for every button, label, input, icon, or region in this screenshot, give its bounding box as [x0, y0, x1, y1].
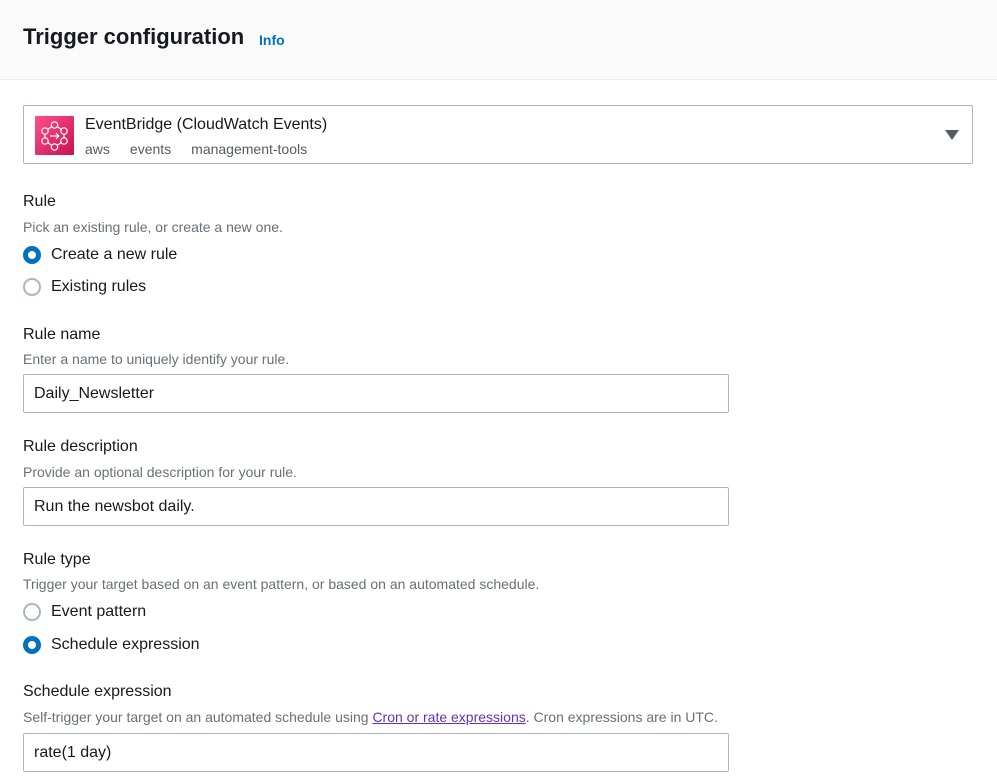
- tag: management-tools: [191, 141, 308, 157]
- rule-description-text: Pick an existing rule, or create a new o…: [23, 219, 283, 235]
- trigger-source-name: EventBridge (CloudWatch Events): [85, 116, 328, 133]
- eventbridge-icon: [35, 116, 74, 155]
- rule-name-label: Rule name: [23, 326, 101, 343]
- rule-name-input[interactable]: [23, 374, 729, 413]
- radio-existing-rules[interactable]: Existing rules: [23, 277, 146, 297]
- schedule-expression-description: Self-trigger your target on an automated…: [23, 709, 718, 725]
- radio-create-new-rule[interactable]: Create a new rule: [23, 245, 177, 265]
- cron-rate-expressions-link[interactable]: Cron or rate expressions: [372, 709, 525, 725]
- tag: events: [129, 141, 172, 157]
- radio-schedule-expression[interactable]: Schedule expression: [23, 635, 200, 655]
- caret-down-icon: [945, 130, 959, 140]
- rule-name-description: Enter a name to uniquely identify your r…: [23, 351, 290, 367]
- description-text: Self-trigger your target on an automated…: [23, 709, 373, 725]
- radio-button-checked[interactable]: [23, 246, 41, 264]
- rule-label: Rule: [23, 193, 56, 210]
- rule-type-label: Rule type: [23, 551, 91, 568]
- radio-label: Create a new rule: [51, 246, 178, 263]
- radio-label: Existing rules: [51, 278, 147, 295]
- rule-type-description: Trigger your target based on an event pa…: [23, 576, 540, 592]
- schedule-expression-label: Schedule expression: [23, 683, 172, 700]
- trigger-source-select[interactable]: EventBridge (CloudWatch Events) aws event…: [23, 105, 973, 164]
- rule-description-help: Provide an optional description for your…: [23, 464, 297, 480]
- radio-button-checked[interactable]: [23, 636, 41, 654]
- panel-title: Trigger configuration: [23, 24, 245, 49]
- info-link[interactable]: Info: [259, 32, 285, 48]
- radio-button-unchecked[interactable]: [23, 278, 41, 296]
- trigger-source-tags: aws events management-tools: [85, 141, 327, 157]
- description-text: . Cron expressions are in UTC.: [525, 709, 718, 725]
- tag: aws: [85, 141, 110, 157]
- rule-description-input[interactable]: [23, 487, 729, 526]
- radio-event-pattern[interactable]: Event pattern: [23, 602, 146, 622]
- rule-description-label: Rule description: [23, 438, 138, 455]
- radio-label: Schedule expression: [51, 636, 200, 653]
- schedule-expression-input[interactable]: [23, 733, 729, 772]
- radio-label: Event pattern: [51, 603, 147, 620]
- panel-header: Trigger configuration Info: [0, 0, 997, 80]
- radio-button-unchecked[interactable]: [23, 603, 41, 621]
